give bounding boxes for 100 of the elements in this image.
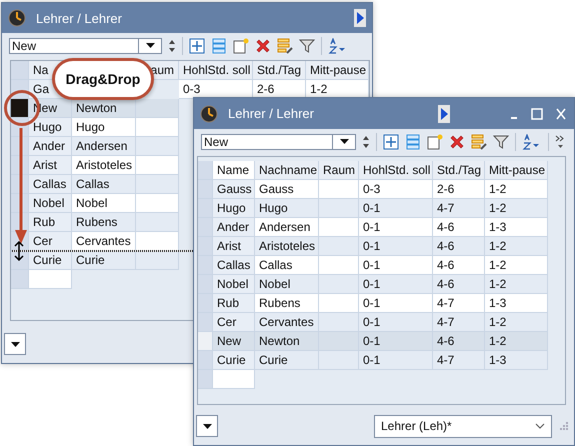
column-header: Nachname xyxy=(255,161,319,180)
table-cell: Arist xyxy=(29,156,72,175)
overflow-chevrons-icon[interactable] xyxy=(555,134,565,150)
table-cell: Ander xyxy=(213,218,255,237)
table-cell: Ander xyxy=(29,137,72,156)
table-cell: 1-2 xyxy=(485,275,548,294)
table-cell: Cervantes xyxy=(72,232,136,251)
column-header: Std./Tag xyxy=(433,161,485,180)
table-cell: Andersen xyxy=(255,218,319,237)
table-cell: 0-1 xyxy=(359,313,433,332)
clock-icon xyxy=(8,9,26,27)
record-selector[interactable]: New xyxy=(9,38,162,54)
table-cell: 4-7 xyxy=(433,199,485,218)
table-move-icon[interactable] xyxy=(189,38,205,54)
table-cell: Curie xyxy=(29,251,72,270)
table-cell xyxy=(319,332,359,351)
dropdown-button[interactable] xyxy=(196,415,218,437)
row-header-cell[interactable] xyxy=(198,313,213,332)
table-move-icon[interactable] xyxy=(383,134,399,150)
table-cell: Nobel xyxy=(213,275,255,294)
row-header-cell xyxy=(198,370,213,389)
table-cell: Cer xyxy=(213,313,255,332)
row-header-cell[interactable] xyxy=(198,256,213,275)
table-cell: Curie xyxy=(255,351,319,370)
spin-arrows-icon[interactable] xyxy=(362,134,370,150)
table-cell: 4-6 xyxy=(433,237,485,256)
row-header-cell xyxy=(11,270,29,289)
table-cell xyxy=(319,237,359,256)
filter-icon[interactable] xyxy=(493,134,509,150)
table-cell: Hugo xyxy=(29,118,72,137)
row-header-cell[interactable] xyxy=(198,237,213,256)
table-cell: Callas xyxy=(72,175,136,194)
edit-list-icon[interactable] xyxy=(277,38,293,54)
table-cell: Nobel xyxy=(29,194,72,213)
list-icon[interactable] xyxy=(211,38,227,54)
column-header: HohlStd. soll xyxy=(179,61,253,80)
table-cell: Hugo xyxy=(72,118,136,137)
table-cell xyxy=(136,118,179,137)
column-header: Name xyxy=(213,161,255,180)
table-cell: Aristoteles xyxy=(72,156,136,175)
sort-icon[interactable] xyxy=(328,38,348,54)
play-button-icon[interactable] xyxy=(438,104,450,122)
table-cell xyxy=(136,232,179,251)
resize-cursor-icon xyxy=(14,241,24,261)
table-cell: 0-3 xyxy=(179,80,253,99)
table-cell: 1-3 xyxy=(485,218,548,237)
maximize-icon[interactable] xyxy=(530,108,544,120)
table-cell: 4-6 xyxy=(433,332,485,351)
table-cell xyxy=(319,275,359,294)
row-header-cell[interactable] xyxy=(198,275,213,294)
row-header-cell[interactable] xyxy=(198,199,213,218)
new-document-icon[interactable] xyxy=(233,38,249,54)
table-cell: Aristoteles xyxy=(255,237,319,256)
filter-icon[interactable] xyxy=(299,38,315,54)
row-header-cell[interactable] xyxy=(198,351,213,370)
table-cell: Newton xyxy=(255,332,319,351)
caret-icon xyxy=(146,43,154,48)
spin-arrows-icon[interactable] xyxy=(168,38,176,54)
table-cell: 4-6 xyxy=(433,256,485,275)
row-header-cell[interactable] xyxy=(198,294,213,313)
table-cell: Rub xyxy=(213,294,255,313)
dropdown-button[interactable] xyxy=(4,333,26,355)
table-cell: 4-7 xyxy=(433,294,485,313)
table-cell: 0-1 xyxy=(359,199,433,218)
table-cell: Arist xyxy=(213,237,255,256)
table-cell: 4-6 xyxy=(433,218,485,237)
new-document-icon[interactable] xyxy=(427,134,443,150)
column-header: Std./Tag xyxy=(253,61,306,80)
table-cell: Callas xyxy=(255,256,319,275)
table-cell: 4-7 xyxy=(433,313,485,332)
caret-icon xyxy=(202,424,212,428)
close-icon[interactable] xyxy=(554,108,568,120)
sort-icon[interactable] xyxy=(522,134,542,150)
delete-icon[interactable] xyxy=(255,38,271,54)
table-cell: Hugo xyxy=(213,199,255,218)
resize-grip-icon[interactable] xyxy=(560,422,568,430)
row-header-cell[interactable] xyxy=(198,218,213,237)
table-cell xyxy=(29,270,72,289)
caret-icon xyxy=(10,342,20,346)
row-header-cell xyxy=(11,61,29,80)
record-selector[interactable]: New xyxy=(201,134,356,150)
clock-icon xyxy=(200,104,218,122)
column-header: Raum xyxy=(319,161,359,180)
edit-list-icon[interactable] xyxy=(471,134,487,150)
table-cell: Cervantes xyxy=(255,313,319,332)
table-cell: Nobel xyxy=(72,194,136,213)
play-button-icon[interactable] xyxy=(354,9,366,27)
list-icon[interactable] xyxy=(405,134,421,150)
drag-handle-marker[interactable] xyxy=(11,99,29,118)
row-header-cell[interactable] xyxy=(198,332,213,351)
row-header-cell[interactable] xyxy=(198,180,213,199)
table-cell: 2-6 xyxy=(433,180,485,199)
delete-icon[interactable] xyxy=(449,134,465,150)
table-cell xyxy=(136,194,179,213)
table-cell: 1-3 xyxy=(485,294,548,313)
table-cell: 0-3 xyxy=(359,180,433,199)
table-cell xyxy=(136,251,179,270)
table-cell xyxy=(136,213,179,232)
table-cell xyxy=(319,199,359,218)
view-selector[interactable]: Lehrer (Leh)* xyxy=(374,414,552,438)
